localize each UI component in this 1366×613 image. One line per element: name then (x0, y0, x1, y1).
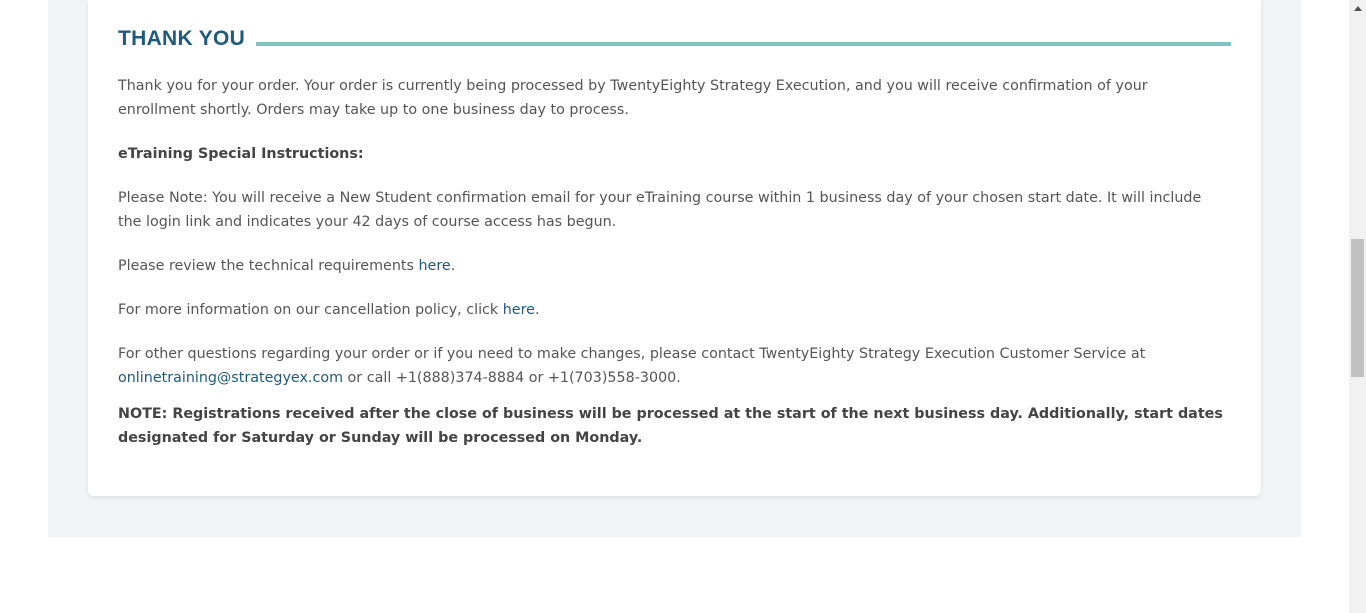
new-student-note: Please Note: You will receive a New Stud… (118, 190, 1202, 230)
card-content: Thank you for your order. Your order is … (118, 74, 1228, 470)
tech-requirements-end: . (450, 258, 456, 274)
tech-requirements-paragraph: Please review the technical requirements… (118, 254, 1228, 278)
page-title: THANK YOU (118, 27, 246, 50)
thank-you-card: THANK YOU Thank you for your order. Your… (88, 0, 1261, 496)
scrollbar-thumb[interactable] (1351, 239, 1364, 377)
cancellation-text: For more information on our cancellation… (118, 302, 503, 318)
heading-row: THANK YOU (118, 24, 1231, 54)
cancellation-paragraph: For more information on our cancellation… (118, 298, 1228, 322)
contact-text: For other questions regarding your order… (118, 346, 1146, 362)
processing-note: NOTE: Registrations received after the c… (118, 406, 1223, 446)
contact-phone-text: or call +1(888)374-8884 or +1(703)558-30… (343, 370, 681, 386)
vertical-scrollbar[interactable] (1349, 0, 1366, 613)
instructions-heading: eTraining Special Instructions: (118, 146, 364, 162)
cancellation-policy-link[interactable]: here (503, 302, 535, 318)
contact-email-link[interactable]: onlinetraining@strategyex.com (118, 370, 343, 386)
contact-paragraph: For other questions regarding your order… (118, 342, 1228, 390)
tech-requirements-link[interactable]: here (418, 258, 450, 274)
heading-divider (256, 42, 1231, 46)
confirmation-paragraph: Thank you for your order. Your order is … (118, 78, 1148, 118)
page: THANK YOU Thank you for your order. Your… (0, 0, 1366, 613)
scroll-up-arrow-icon[interactable] (1349, 0, 1366, 17)
tech-requirements-text: Please review the technical requirements (118, 258, 419, 274)
cancellation-end: . (534, 302, 540, 318)
